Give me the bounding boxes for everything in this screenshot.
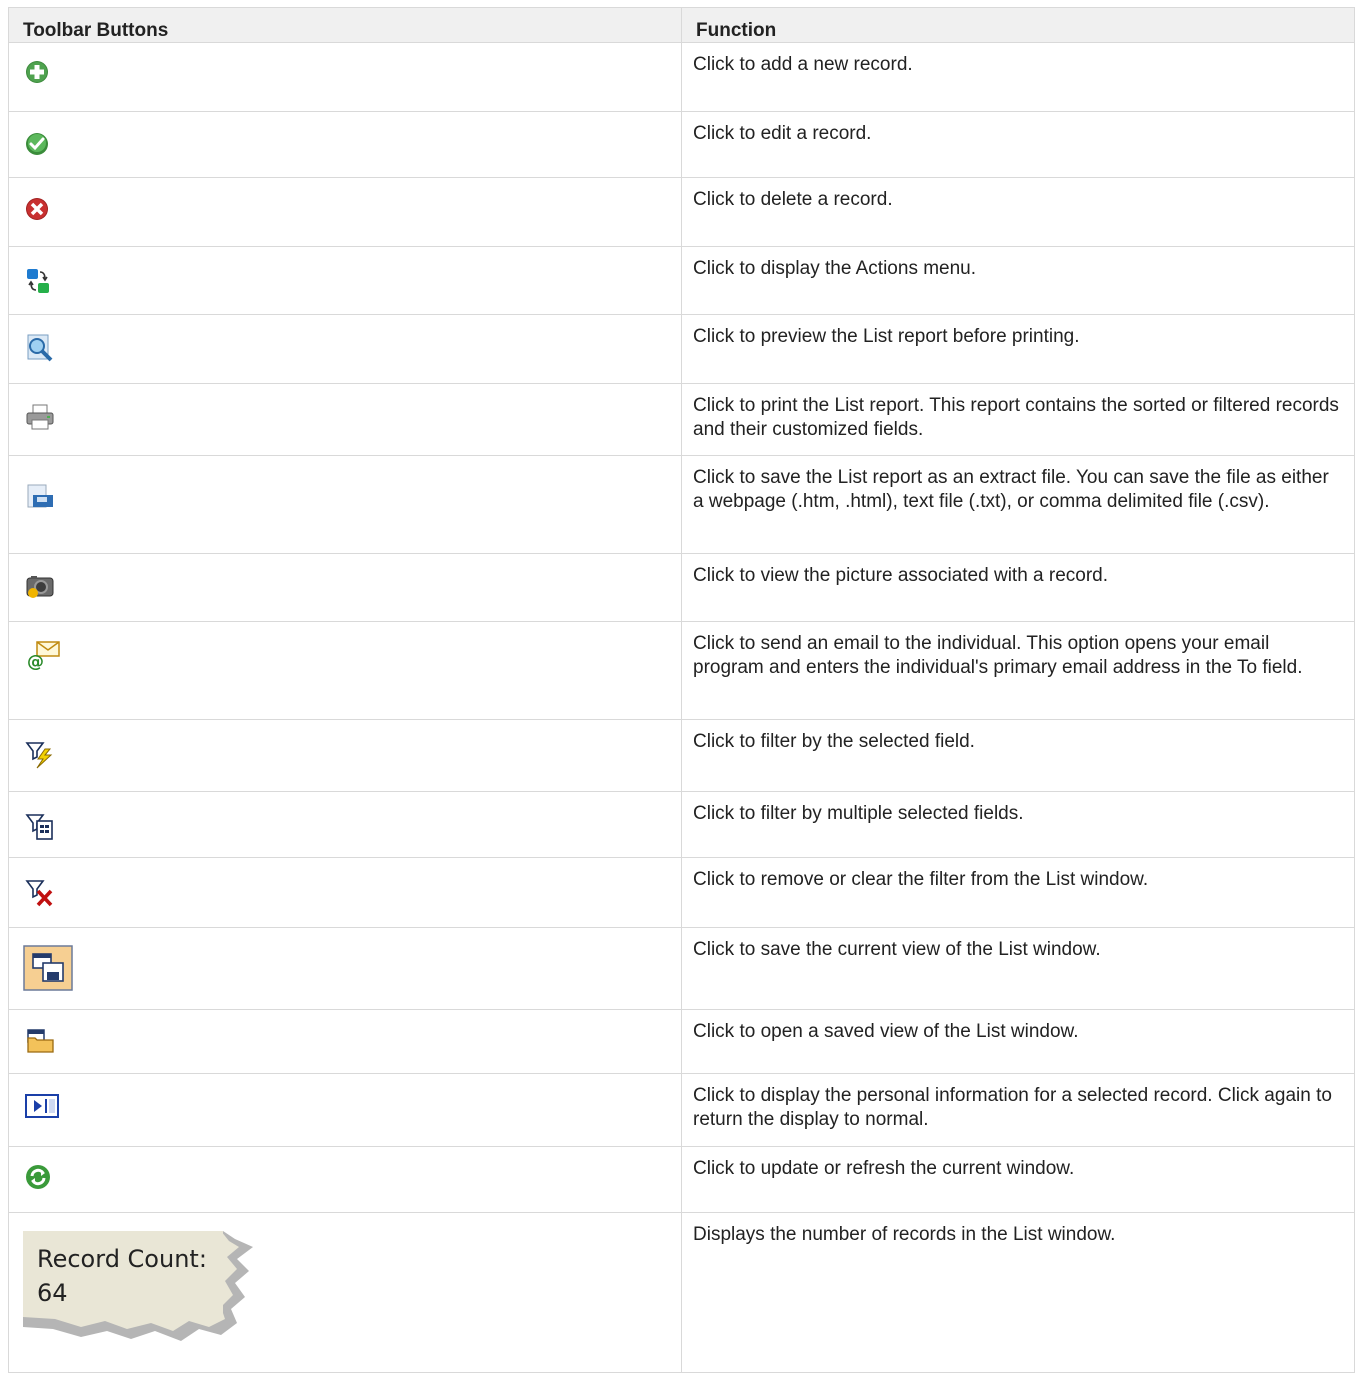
table-row: Click to preview the List report before … — [8, 314, 1355, 384]
icon-cell: @ — [8, 621, 682, 720]
icon-cell — [8, 246, 682, 315]
svg-text:@: @ — [27, 652, 44, 671]
row-description: Click to remove or clear the filter from… — [681, 857, 1355, 928]
table-row: Click to delete a record. — [8, 177, 1355, 247]
icon-cell — [8, 1073, 682, 1147]
remove-filter-icon — [25, 879, 55, 907]
table-row: Click to filter by multiple selected fie… — [8, 791, 1355, 858]
icon-cell — [8, 857, 682, 928]
row-description: Click to display the personal informatio… — [681, 1073, 1355, 1147]
row-description: Click to preview the List report before … — [681, 314, 1355, 384]
icon-cell — [8, 42, 682, 112]
personal-info-icon — [25, 1093, 59, 1119]
row-description: Click to view the picture associated wit… — [681, 553, 1355, 622]
icon-cell — [8, 177, 682, 247]
add-record-icon — [25, 60, 49, 84]
icon-cell — [8, 553, 682, 622]
icon-cell: Record Count: 64 — [8, 1212, 682, 1373]
icon-cell — [8, 455, 682, 554]
row-description: Displays the number of records in the Li… — [681, 1212, 1355, 1373]
table-row: Click to save the current view of the Li… — [8, 927, 1355, 1010]
table-row: @ Click to send an email to the individu… — [8, 621, 1355, 720]
row-description: Click to edit a record. — [681, 111, 1355, 178]
table-row: Click to add a new record. — [8, 42, 1355, 112]
table-row: Click to view the picture associated wit… — [8, 553, 1355, 622]
row-description: Click to delete a record. — [681, 177, 1355, 247]
table-row: Click to remove or clear the filter from… — [8, 857, 1355, 928]
icon-cell — [8, 791, 682, 858]
row-description: Click to open a saved view of the List w… — [681, 1009, 1355, 1074]
delete-record-icon — [25, 197, 49, 221]
print-preview-icon — [25, 333, 55, 363]
save-view-icon — [23, 945, 73, 991]
row-description: Click to send an email to the individual… — [681, 621, 1355, 720]
table-row: Click to display the Actions menu. — [8, 246, 1355, 315]
table-row: Click to save the List report as an extr… — [8, 455, 1355, 554]
table-row: Click to edit a record. — [8, 111, 1355, 178]
row-description: Click to filter by multiple selected fie… — [681, 791, 1355, 858]
row-description: Click to update or refresh the current w… — [681, 1146, 1355, 1213]
open-view-icon — [25, 1028, 57, 1054]
table-row: Click to print the List report. This rep… — [8, 383, 1355, 456]
row-description: Click to save the List report as an extr… — [681, 455, 1355, 554]
send-email-icon: @ — [25, 639, 61, 671]
refresh-icon — [25, 1164, 51, 1190]
row-description: Click to save the current view of the Li… — [681, 927, 1355, 1010]
table-row: Click to update or refresh the current w… — [8, 1146, 1355, 1213]
table-row: Record Count: 64 Displays the number of … — [8, 1212, 1355, 1373]
icon-cell — [8, 719, 682, 792]
actions-menu-icon — [25, 267, 51, 295]
record-count-label: Record Count: — [37, 1245, 207, 1273]
table-row: Click to filter by the selected field. — [8, 719, 1355, 792]
toolbar-buttons-table: Toolbar Buttons Function Click to add a … — [8, 7, 1355, 1373]
record-count-image: Record Count: 64 — [23, 1231, 253, 1343]
view-picture-icon — [25, 574, 55, 600]
save-extract-icon — [25, 483, 55, 509]
header-function: Function — [681, 7, 1355, 43]
icon-cell — [8, 1146, 682, 1213]
header-toolbar-buttons: Toolbar Buttons — [8, 7, 682, 43]
edit-record-icon — [25, 132, 49, 156]
table-header-row: Toolbar Buttons Function — [8, 7, 1355, 43]
row-description: Click to add a new record. — [681, 42, 1355, 112]
icon-cell — [8, 383, 682, 456]
icon-cell — [8, 111, 682, 178]
icon-cell — [8, 314, 682, 384]
table-row: Click to open a saved view of the List w… — [8, 1009, 1355, 1074]
row-description: Click to print the List report. This rep… — [681, 383, 1355, 456]
filter-multiple-icon — [25, 813, 55, 841]
print-icon — [25, 403, 55, 431]
filter-selection-icon — [25, 741, 55, 769]
icon-cell — [8, 927, 682, 1010]
record-count-value: 64 — [37, 1279, 68, 1307]
row-description: Click to filter by the selected field. — [681, 719, 1355, 792]
table-row: Click to display the personal informatio… — [8, 1073, 1355, 1147]
icon-cell — [8, 1009, 682, 1074]
row-description: Click to display the Actions menu. — [681, 246, 1355, 315]
